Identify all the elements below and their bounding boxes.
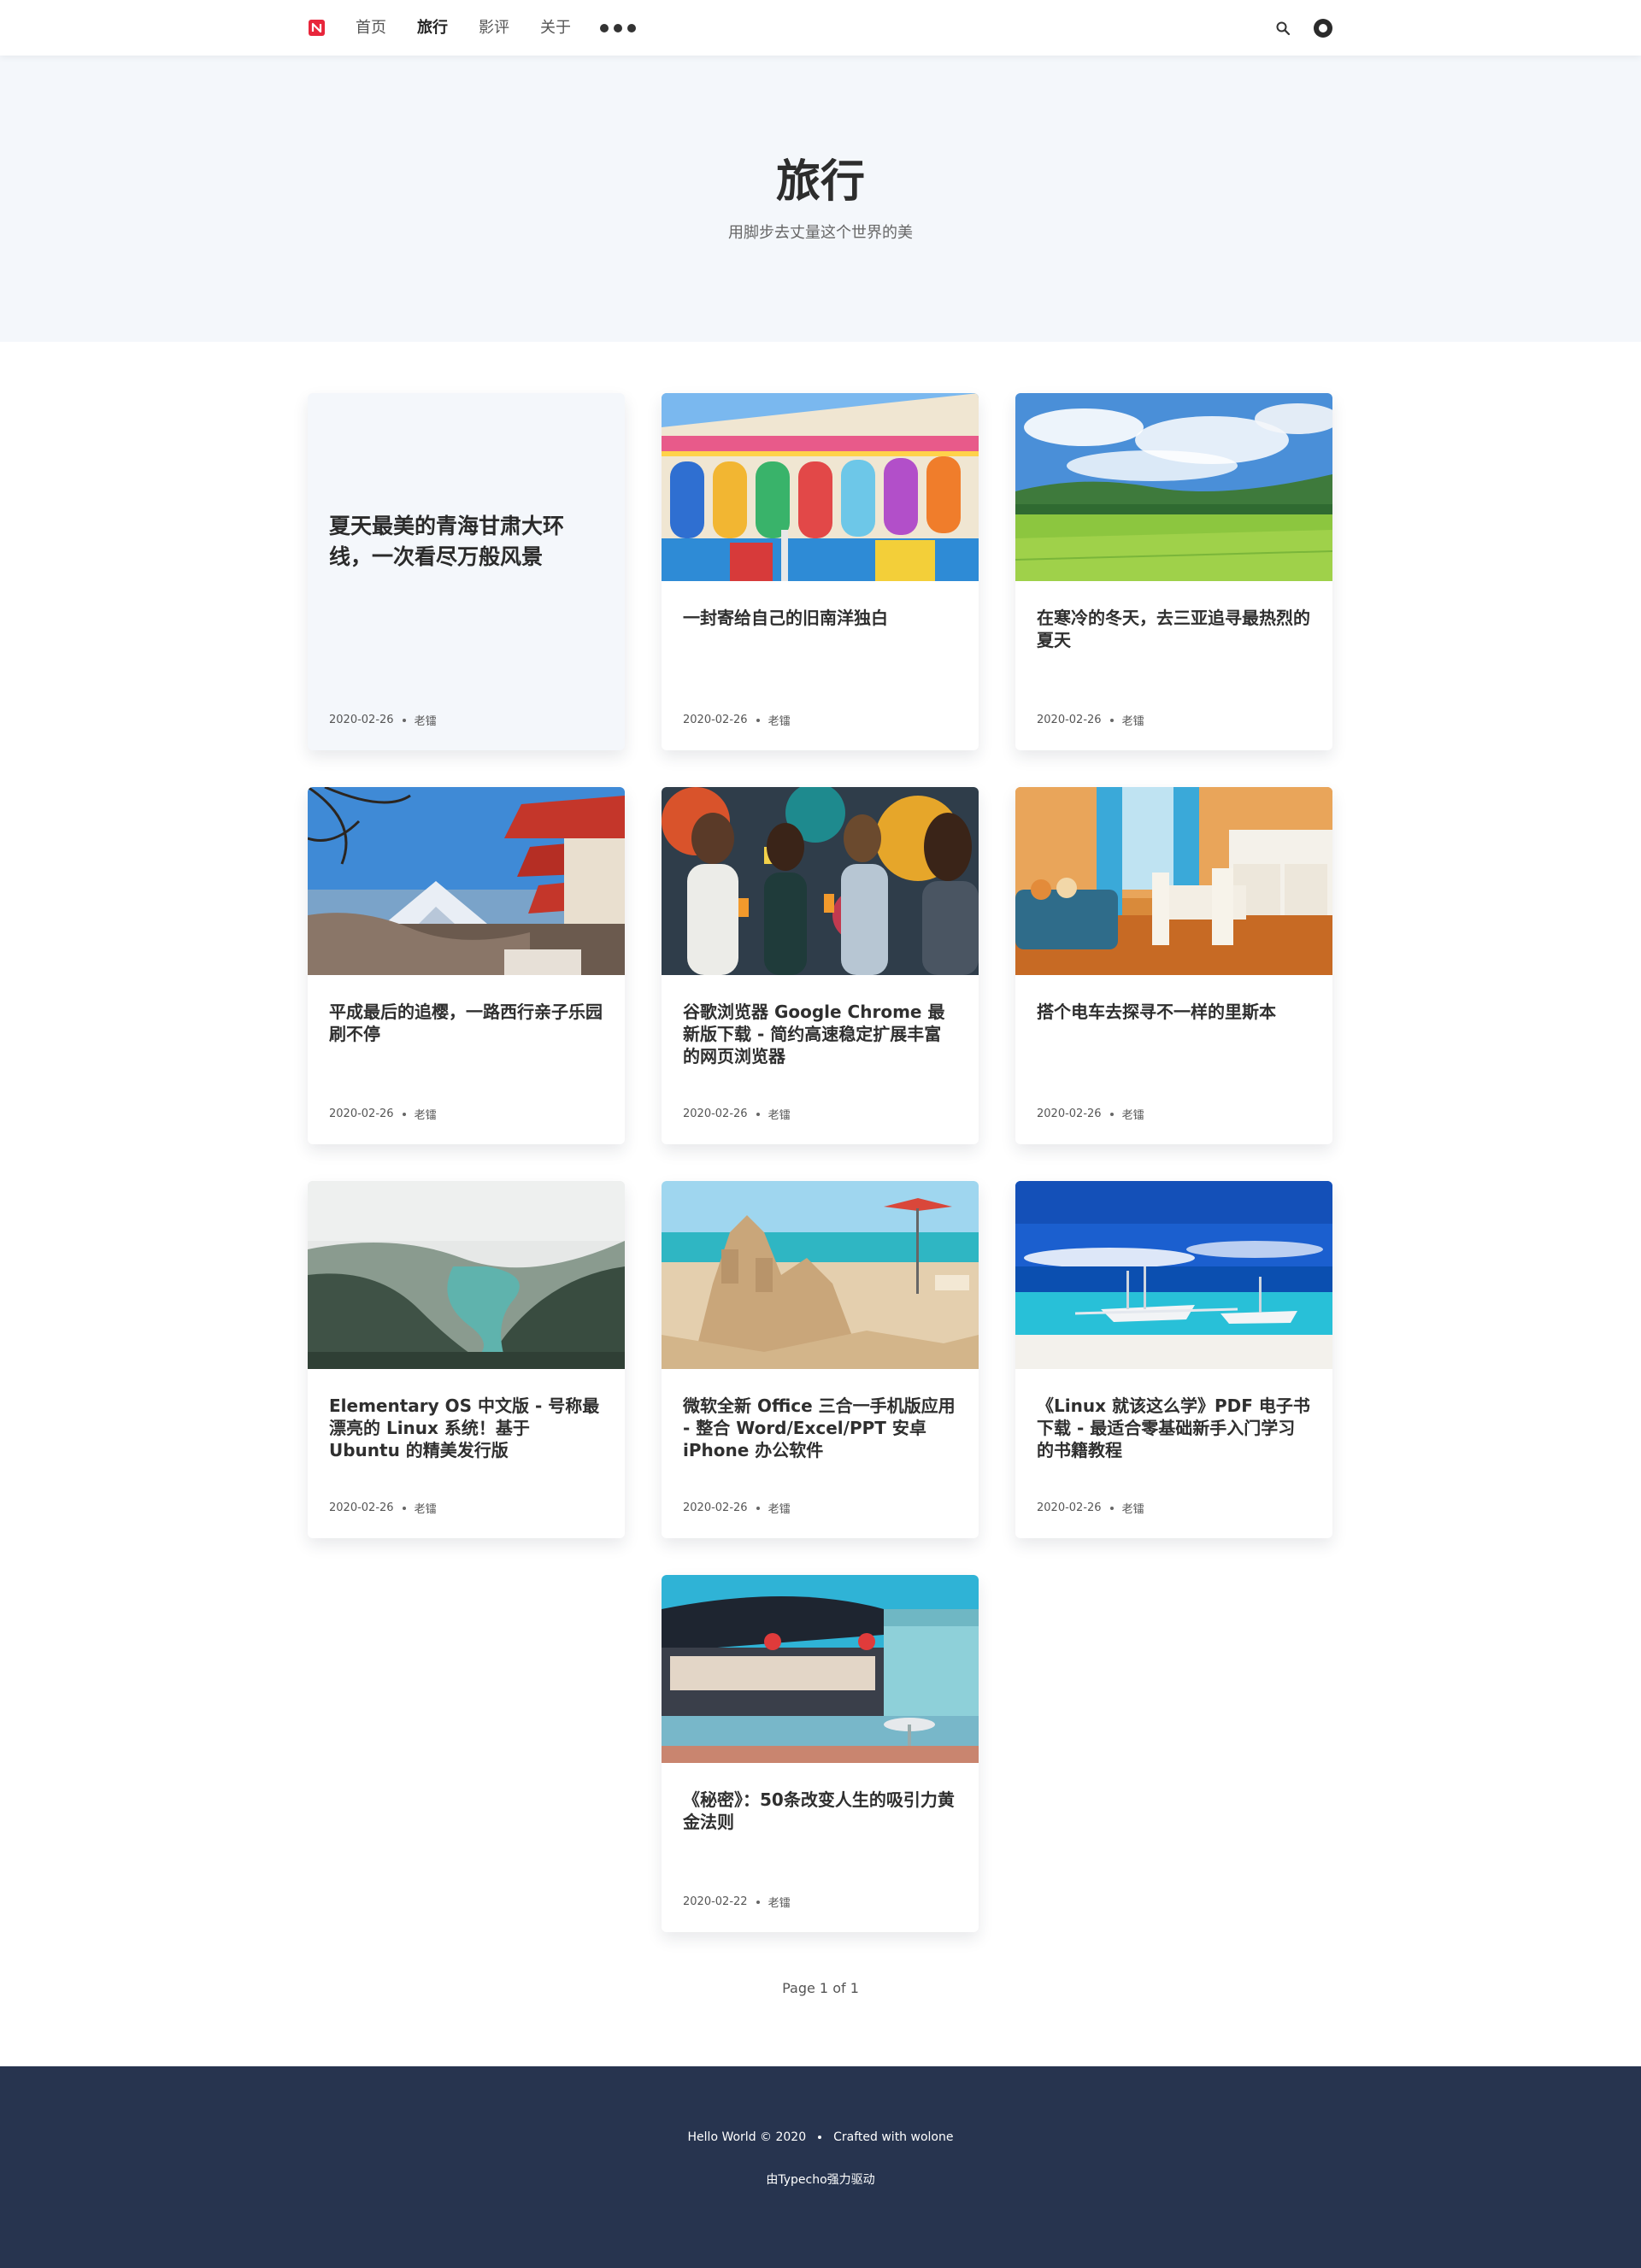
meta-separator xyxy=(402,1112,406,1116)
nav-item-reviews[interactable]: 影评 xyxy=(479,0,509,56)
post-title[interactable]: 在寒冷的冬天，去三亚追寻最热烈的夏天 xyxy=(1037,607,1311,651)
post-author[interactable]: 老镭 xyxy=(768,712,791,728)
post-date: 2020-02-26 xyxy=(329,1501,394,1514)
post-card[interactable]: Elementary OS 中文版 - 号称最漂亮的 Linux 系统！基于 U… xyxy=(308,1181,625,1538)
meta-separator xyxy=(756,1112,760,1116)
header-inner: 首页 旅行 影评 关于 xyxy=(308,0,1333,56)
more-dot xyxy=(627,23,636,32)
misty-river-forest-photo[interactable] xyxy=(308,1181,625,1369)
post-title[interactable]: 平成最后的追樱，一路西行亲子乐园刷不停 xyxy=(329,1001,603,1045)
post-title[interactable]: 搭个电车去探寻不一样的里斯本 xyxy=(1037,1001,1311,1023)
site-header: 首页 旅行 影评 关于 xyxy=(0,0,1641,56)
more-dot xyxy=(600,23,609,32)
friends-with-drinks-photo[interactable] xyxy=(662,787,979,975)
header-tools xyxy=(1275,0,1333,56)
main-nav: 首页 旅行 影评 关于 xyxy=(356,0,636,56)
post-date: 2020-02-26 xyxy=(329,714,394,726)
mount-fuji-pagoda-photo[interactable] xyxy=(308,787,625,975)
meta-separator xyxy=(402,718,406,722)
post-author[interactable]: 老镭 xyxy=(1122,1500,1144,1516)
post-meta: 2020-02-26 老镭 xyxy=(329,1106,437,1122)
search-icon[interactable] xyxy=(1275,21,1291,36)
footer-copyright: Hello World © 2020 xyxy=(687,2130,807,2144)
post-author[interactable]: 老镭 xyxy=(768,1106,791,1122)
post-card[interactable]: 微软全新 Office 三合一手机版应用 - 整合 Word/Excel/PPT… xyxy=(662,1181,979,1538)
post-meta: 2020-02-22 老镭 xyxy=(683,1894,791,1910)
category-hero: 旅行 用脚步去丈量这个世界的美 xyxy=(0,56,1641,342)
post-title[interactable]: 微软全新 Office 三合一手机版应用 - 整合 Word/Excel/PPT… xyxy=(683,1395,957,1461)
theme-toggle-icon[interactable] xyxy=(1313,18,1333,38)
meta-separator xyxy=(1109,1112,1114,1116)
post-author[interactable]: 老镭 xyxy=(768,1894,791,1910)
post-date: 2020-02-26 xyxy=(683,1108,748,1120)
post-author[interactable]: 老镭 xyxy=(768,1500,791,1516)
post-meta: 2020-02-26 老镭 xyxy=(683,1500,791,1516)
post-date: 2020-02-26 xyxy=(683,714,748,726)
footer-separator xyxy=(818,2136,822,2139)
meta-separator xyxy=(756,718,760,722)
post-title[interactable]: 夏天最美的青海甘肃大环线，一次看尽万般风景 xyxy=(329,511,603,573)
nav-item-travel[interactable]: 旅行 xyxy=(417,0,448,56)
post-meta: 2020-02-26 老镭 xyxy=(329,712,437,728)
post-meta: 2020-02-26 老镭 xyxy=(1037,712,1144,728)
post-card[interactable]: 谷歌浏览器 Google Chrome 最新版下载 - 简约高速稳定扩展丰富的网… xyxy=(662,787,979,1144)
apartment-interior-photo[interactable] xyxy=(1015,787,1332,975)
post-card[interactable]: 平成最后的追樱，一路西行亲子乐园刷不停 2020-02-26 老镭 xyxy=(308,787,625,1144)
more-dot xyxy=(614,23,622,32)
post-date: 2020-02-22 xyxy=(683,1895,748,1908)
post-title[interactable]: Elementary OS 中文版 - 号称最漂亮的 Linux 系统！基于 U… xyxy=(329,1395,603,1461)
post-date: 2020-02-26 xyxy=(1037,714,1102,726)
post-title[interactable]: 一封寄给自己的旧南洋独白 xyxy=(683,607,957,629)
tropical-boats-beach-photo[interactable] xyxy=(1015,1181,1332,1369)
meta-separator xyxy=(1109,718,1114,722)
post-meta: 2020-02-26 老镭 xyxy=(683,1106,791,1122)
post-author[interactable]: 老镭 xyxy=(415,1500,437,1516)
post-card[interactable]: 一封寄给自己的旧南洋独白 2020-02-26 老镭 xyxy=(662,393,979,750)
meta-separator xyxy=(402,1506,406,1510)
post-meta: 2020-02-26 老镭 xyxy=(683,712,791,728)
post-title[interactable]: 《秘密》：50条改变人生的吸引力黄金法则 xyxy=(683,1789,957,1833)
green-field-landscape-photo[interactable] xyxy=(1015,393,1332,581)
post-title[interactable]: 《Linux 就该这么学》PDF 电子书下载 - 最适合零基础新手入门学习的书籍… xyxy=(1037,1395,1311,1461)
post-card[interactable]: 在寒冷的冬天，去三亚追寻最热烈的夏天 2020-02-26 老镭 xyxy=(1015,393,1332,750)
post-card[interactable]: 《Linux 就该这么学》PDF 电子书下载 - 最适合零基础新手入门学习的书籍… xyxy=(1015,1181,1332,1538)
post-meta: 2020-02-26 老镭 xyxy=(1037,1500,1144,1516)
meta-separator xyxy=(756,1900,760,1904)
more-dots-icon[interactable] xyxy=(600,23,636,32)
post-card[interactable]: 《秘密》：50条改变人生的吸引力黄金法则 2020-02-22 老镭 xyxy=(662,1575,979,1932)
retro-diner-photo[interactable] xyxy=(662,1575,979,1763)
post-author[interactable]: 老镭 xyxy=(1122,712,1144,728)
post-card[interactable]: 夏天最美的青海甘肃大环线，一次看尽万般风景 2020-02-26 老镭 xyxy=(308,393,625,750)
footer-powered-by[interactable]: 由Typecho强力驱动 xyxy=(0,2171,1641,2188)
site-footer: Hello World © 2020 Crafted with wolone 由… xyxy=(0,2066,1641,2268)
post-meta: 2020-02-26 老镭 xyxy=(1037,1106,1144,1122)
post-date: 2020-02-26 xyxy=(1037,1501,1102,1514)
grid-spacer xyxy=(308,1575,625,1932)
post-author[interactable]: 老镭 xyxy=(1122,1106,1144,1122)
post-card[interactable]: 搭个电车去探寻不一样的里斯本 2020-02-26 老镭 xyxy=(1015,787,1332,1144)
category-title: 旅行 xyxy=(775,156,865,208)
post-meta: 2020-02-26 老镭 xyxy=(329,1500,437,1516)
footer-credits: Hello World © 2020 Crafted with wolone xyxy=(0,2130,1641,2144)
post-grid: 夏天最美的青海甘肃大环线，一次看尽万般风景 2020-02-26 老镭 一封寄给… xyxy=(308,393,1333,1932)
sand-castle-beach-photo[interactable] xyxy=(662,1181,979,1369)
category-subtitle: 用脚步去丈量这个世界的美 xyxy=(728,224,913,242)
notebook-logo-icon[interactable] xyxy=(308,19,326,37)
meta-separator xyxy=(756,1506,760,1510)
meta-separator xyxy=(1109,1506,1114,1510)
post-date: 2020-02-26 xyxy=(329,1108,394,1120)
colorful-colonial-building-photo[interactable] xyxy=(662,393,979,581)
nav-item-home[interactable]: 首页 xyxy=(356,0,386,56)
post-date: 2020-02-26 xyxy=(683,1501,748,1514)
post-date: 2020-02-26 xyxy=(1037,1108,1102,1120)
nav-item-about[interactable]: 关于 xyxy=(540,0,571,56)
post-title[interactable]: 谷歌浏览器 Google Chrome 最新版下载 - 简约高速稳定扩展丰富的网… xyxy=(683,1001,957,1067)
post-author[interactable]: 老镭 xyxy=(415,1106,437,1122)
post-author[interactable]: 老镭 xyxy=(415,712,437,728)
pagination-status: Page 1 of 1 xyxy=(782,1980,859,1996)
footer-crafted-link[interactable]: Crafted with wolone xyxy=(833,2130,953,2144)
